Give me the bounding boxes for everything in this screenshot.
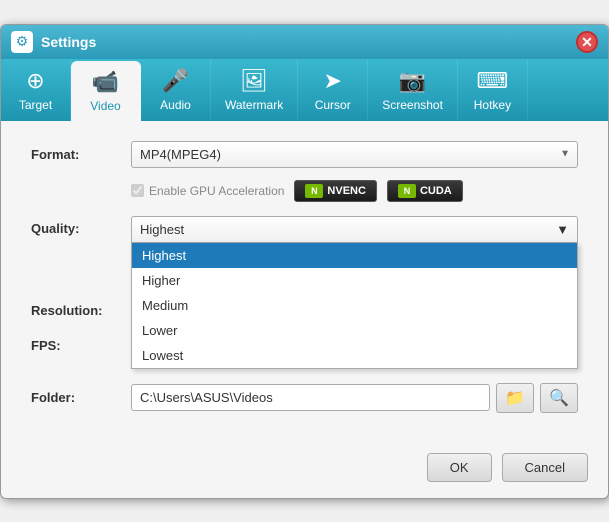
format-row: Format: MP4(MPEG4) xyxy=(31,141,578,168)
quality-row: Quality: Highest ▼ Highest Higher Medium… xyxy=(31,216,578,243)
quality-control: Highest ▼ Highest Higher Medium Lower Lo… xyxy=(131,216,578,243)
resolution-label: Resolution: xyxy=(31,303,131,318)
nvenc-button[interactable]: N NVENC xyxy=(294,180,377,202)
format-select[interactable]: MP4(MPEG4) xyxy=(131,141,578,168)
gpu-row-inner: Enable GPU Acceleration N NVENC N CUDA xyxy=(131,180,578,202)
quality-current-value: Highest xyxy=(140,222,184,237)
tab-hotkey[interactable]: ⌨ Hotkey xyxy=(458,59,528,121)
tab-audio-label: Audio xyxy=(160,98,191,112)
cuda-label: CUDA xyxy=(420,185,452,197)
tab-hotkey-label: Hotkey xyxy=(474,98,511,112)
folder-browse-button[interactable]: 📁 xyxy=(496,383,534,413)
folder-row-inner: 📁 🔍 xyxy=(131,383,578,413)
quality-option-lower[interactable]: Lower xyxy=(132,318,577,343)
tab-watermark[interactable]: 🖼 Watermark xyxy=(211,59,298,121)
quality-option-lowest[interactable]: Lowest xyxy=(132,343,577,368)
gpu-controls: Enable GPU Acceleration N NVENC N CUDA xyxy=(131,174,578,202)
format-select-wrapper: MP4(MPEG4) xyxy=(131,141,578,168)
tab-bar: ⊕ Target 📹 Video 🎤 Audio 🖼 Watermark ➤ C… xyxy=(1,59,608,121)
quality-dropdown: Highest ▼ Highest Higher Medium Lower Lo… xyxy=(131,216,578,243)
window-title: Settings xyxy=(41,34,96,50)
tab-cursor[interactable]: ➤ Cursor xyxy=(298,59,368,121)
settings-window: ⚙ Settings ✕ ⊕ Target 📹 Video 🎤 Audio 🖼 … xyxy=(0,24,609,499)
gpu-checkbox-label[interactable]: Enable GPU Acceleration xyxy=(131,184,284,198)
tab-target[interactable]: ⊕ Target xyxy=(1,59,71,121)
quality-select-header[interactable]: Highest ▼ xyxy=(131,216,578,243)
audio-icon: 🎤 xyxy=(162,68,189,94)
tab-cursor-label: Cursor xyxy=(315,98,351,112)
format-control: MP4(MPEG4) xyxy=(131,141,578,168)
folder-control: 📁 🔍 xyxy=(131,383,578,413)
target-icon: ⊕ xyxy=(26,68,44,94)
quality-option-highest[interactable]: Highest xyxy=(132,243,577,268)
folder-input[interactable] xyxy=(131,384,490,411)
ok-button[interactable]: OK xyxy=(427,453,492,482)
format-label: Format: xyxy=(31,147,131,162)
hotkey-icon: ⌨ xyxy=(477,68,509,94)
video-icon: 📹 xyxy=(92,69,119,95)
cursor-icon: ➤ xyxy=(324,68,342,94)
quality-dropdown-arrow: ▼ xyxy=(556,222,569,237)
settings-icon: ⚙ xyxy=(11,31,33,53)
tab-audio[interactable]: 🎤 Audio xyxy=(141,59,211,121)
quality-dropdown-list: Highest Higher Medium Lower Lowest xyxy=(131,243,578,369)
close-button[interactable]: ✕ xyxy=(576,31,598,53)
tab-screenshot-label: Screenshot xyxy=(382,98,443,112)
quality-option-higher[interactable]: Higher xyxy=(132,268,577,293)
nvenc-label: NVENC xyxy=(327,185,366,197)
gpu-row: Enable GPU Acceleration N NVENC N CUDA xyxy=(31,174,578,202)
screenshot-icon: 📷 xyxy=(399,68,426,94)
cuda-button[interactable]: N CUDA xyxy=(387,180,463,202)
nvenc-icon: N xyxy=(305,184,323,198)
folder-row: Folder: 📁 🔍 xyxy=(31,383,578,413)
tab-watermark-label: Watermark xyxy=(225,98,283,112)
content-area: Format: MP4(MPEG4) Enable GPU Accelerati… xyxy=(1,121,608,443)
cancel-button[interactable]: Cancel xyxy=(502,453,588,482)
fps-label: FPS: xyxy=(31,338,131,353)
folder-search-button[interactable]: 🔍 xyxy=(540,383,578,413)
tab-screenshot[interactable]: 📷 Screenshot xyxy=(368,59,458,121)
quality-option-medium[interactable]: Medium xyxy=(132,293,577,318)
watermark-icon: 🖼 xyxy=(240,68,268,94)
gpu-checkbox[interactable] xyxy=(131,184,144,197)
gpu-checkbox-text: Enable GPU Acceleration xyxy=(149,184,284,198)
cuda-icon: N xyxy=(398,184,416,198)
tab-target-label: Target xyxy=(19,98,52,112)
folder-label: Folder: xyxy=(31,390,131,405)
title-bar-left: ⚙ Settings xyxy=(11,31,96,53)
tab-video-label: Video xyxy=(90,99,120,113)
tab-video[interactable]: 📹 Video xyxy=(71,61,141,121)
footer: OK Cancel xyxy=(1,443,608,498)
title-bar: ⚙ Settings ✕ xyxy=(1,25,608,59)
quality-label: Quality: xyxy=(31,216,131,236)
